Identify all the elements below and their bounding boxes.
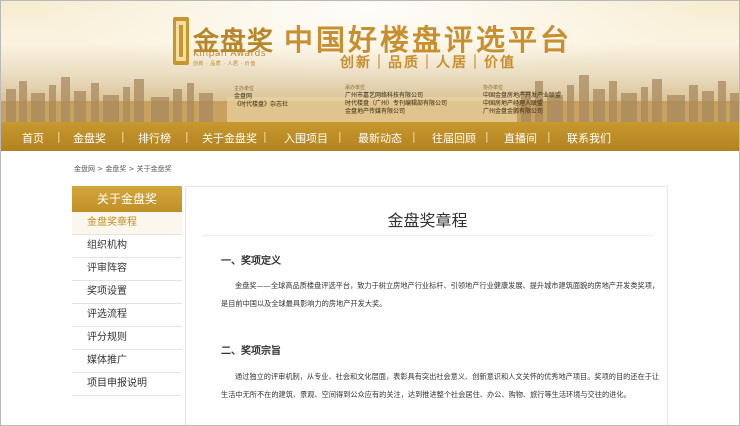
logo-tagline: 创新 · 品质 · 人居 · 价值 (193, 61, 256, 67)
logo-en: Kinpan Awards (193, 49, 267, 59)
divider (202, 235, 653, 236)
sidebar-item-charter[interactable]: 金盘奖章程 (72, 212, 182, 235)
sidebar: 关于金盘奖 金盘奖章程 组织机构 评审阵容 奖项设置 评选流程 评分规则 媒体推… (72, 186, 182, 396)
section-heading: 一、奖项定义 (221, 256, 281, 267)
sidebar-item-process[interactable]: 评选流程 (72, 304, 182, 327)
sidebar-item-application[interactable]: 项目申报说明 (72, 373, 182, 396)
section-heading: 二、奖项宗旨 (221, 346, 281, 357)
section-paragraph: 通过独立的评审机制，从专业、社会和文化层面，表彰具有突出社会意义、创新意识和人文… (221, 372, 660, 399)
nav-item-about[interactable]: 关于金盘奖 (202, 130, 257, 146)
sidebar-item-media[interactable]: 媒体推广 (72, 350, 182, 373)
sidebar-item-jury[interactable]: 评审阵容 (72, 258, 182, 281)
org-coorganizer: 协办单位 中国金盘房地产开发产业联盟 中国房地产经理人联盟 广州金盘金鹏有限公司 (483, 84, 561, 116)
nav-item-history[interactable]: 往届回顾 (432, 130, 476, 146)
sidebar-item-organization[interactable]: 组织机构 (72, 235, 182, 258)
org-organizer-line: 广州市嘉艺网络科技有限公司 (345, 92, 424, 99)
org-organizer-caption: 承办单位 (345, 85, 366, 91)
nav-item-news[interactable]: 最新动态 (358, 130, 402, 146)
page: 金盘奖 Kinpan Awards 创新 · 品质 · 人居 · 价值 中国好楼… (0, 0, 740, 426)
nav-separator: | (263, 130, 267, 143)
header-banner: 金盘奖 Kinpan Awards 创新 · 品质 · 人居 · 价值 中国好楼… (1, 1, 739, 122)
org-host: 主办单位 金盘网 《时代楼盘》杂志社 (234, 85, 288, 109)
nav-separator: | (412, 130, 416, 143)
org-organizer-line: 金盘地产传媒有限公司 (345, 108, 406, 115)
slogan: 创新｜品质｜人居｜价值 (340, 55, 516, 71)
nav-item-shortlist[interactable]: 入围项目 (284, 130, 328, 146)
org-coorganizer-line: 中国房地产经理人联盟 (483, 100, 544, 107)
sidebar-header: 关于金盘奖 (72, 186, 182, 212)
section-paragraph: 金盘奖——全球高品质楼盘评选平台，致力于树立房地产行业标杆、引领地产行业健康发展… (221, 281, 660, 308)
nav-item-kinpan-award[interactable]: 金盘奖 (73, 130, 106, 146)
sidebar-item-awards[interactable]: 奖项设置 (72, 281, 182, 304)
org-coorganizer-caption: 协办单位 (483, 85, 504, 91)
nav-separator: | (485, 130, 489, 143)
nav-separator: | (547, 130, 551, 143)
content-panel: 金盘奖章程 一、奖项定义 金盘奖——全球高品质楼盘评选平台，致力于树立房地产行业… (185, 186, 668, 425)
main-nav: 首页 | 金盘奖 | 排行榜 | 关于金盘奖 | 入围项目 | 最新动态 | 往… (1, 122, 739, 151)
nav-separator: | (121, 130, 125, 143)
org-coorganizer-line: 中国金盘房地产开发产业联盟 (483, 92, 562, 99)
breadcrumb[interactable]: 金盘网 > 金盘奖 > 关于金盘奖 (74, 164, 172, 174)
nav-item-live[interactable]: 直播间 (504, 130, 537, 146)
page-title: 金盘奖章程 (387, 211, 468, 230)
kinpan-logo-icon[interactable] (171, 15, 191, 67)
org-host-caption: 主办单位 (234, 86, 255, 92)
nav-separator: | (57, 130, 61, 143)
nav-item-contact[interactable]: 联系我们 (567, 130, 611, 146)
org-organizer: 承办单位 广州市嘉艺网络科技有限公司 时代楼盘（广州）专刊编辑部有限公司 金盘地… (345, 84, 447, 116)
sidebar-item-scoring[interactable]: 评分规则 (72, 327, 182, 350)
nav-separator: | (185, 130, 189, 143)
org-coorganizer-line: 广州金盘金鹏有限公司 (483, 108, 544, 115)
nav-item-ranking[interactable]: 排行榜 (138, 130, 171, 146)
nav-item-home[interactable]: 首页 (22, 130, 44, 146)
nav-separator: | (338, 130, 342, 143)
org-host-line: 《时代楼盘》杂志社 (234, 101, 289, 108)
org-organizer-line: 时代楼盘（广州）专刊编辑部有限公司 (345, 100, 448, 107)
org-host-line: 金盘网 (234, 93, 253, 100)
